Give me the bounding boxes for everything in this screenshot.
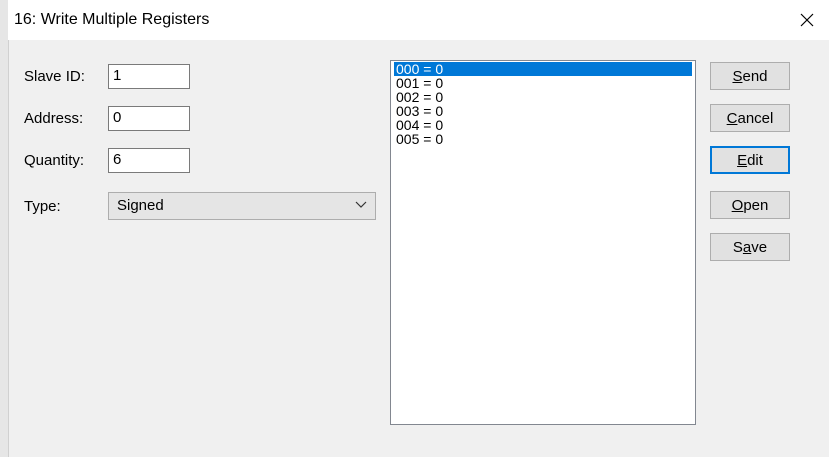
address-label: Address: bbox=[24, 110, 84, 127]
address-input[interactable]: 0 bbox=[108, 106, 190, 131]
open-button[interactable]: Open bbox=[710, 191, 790, 219]
close-button[interactable] bbox=[785, 0, 829, 40]
list-item[interactable]: 005 = 0 bbox=[391, 132, 695, 146]
window-title: 16: Write Multiple Registers bbox=[14, 11, 210, 28]
cancel-button-label: Cancel bbox=[726, 109, 774, 127]
dialog-client-area: Slave ID: 1 Address: 0 Quantity: 6 Type:… bbox=[8, 40, 829, 457]
dialog-window: 16: Write Multiple Registers Slave ID: 1… bbox=[0, 0, 829, 457]
type-select[interactable]: Signed bbox=[108, 192, 376, 220]
slave-id-label: Slave ID: bbox=[24, 68, 85, 85]
open-button-label: Open bbox=[731, 196, 769, 214]
cancel-button[interactable]: Cancel bbox=[710, 104, 790, 132]
chevron-down-icon bbox=[355, 201, 367, 208]
list-item[interactable]: 004 = 0 bbox=[391, 118, 695, 132]
edit-button[interactable]: Edit bbox=[710, 146, 790, 174]
close-icon bbox=[800, 13, 814, 27]
send-button-label: Send bbox=[732, 67, 768, 85]
send-button[interactable]: Send bbox=[710, 62, 790, 90]
title-bar[interactable]: 16: Write Multiple Registers bbox=[8, 0, 829, 40]
type-label: Type: bbox=[24, 198, 61, 215]
list-item[interactable]: 003 = 0 bbox=[391, 104, 695, 118]
list-item[interactable]: 002 = 0 bbox=[391, 90, 695, 104]
save-button[interactable]: Save bbox=[710, 233, 790, 261]
quantity-label: Quantity: bbox=[24, 152, 85, 169]
save-button-label: Save bbox=[732, 238, 768, 256]
list-item[interactable]: 000 = 0 bbox=[394, 62, 692, 76]
slave-id-input[interactable]: 1 bbox=[108, 64, 190, 89]
register-listbox[interactable]: 000 = 0 001 = 0 002 = 0 003 = 0 004 = 0 … bbox=[390, 60, 696, 425]
quantity-input[interactable]: 6 bbox=[108, 148, 190, 173]
edit-button-label: Edit bbox=[737, 151, 763, 169]
list-item[interactable]: 001 = 0 bbox=[391, 76, 695, 90]
type-select-value: Signed bbox=[117, 197, 164, 214]
